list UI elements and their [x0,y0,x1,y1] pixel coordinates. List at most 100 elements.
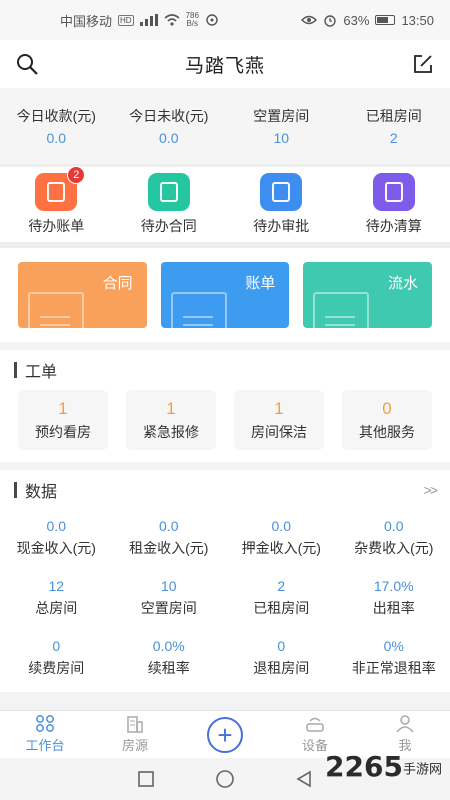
data-label: 杂费收入(元) [354,540,434,556]
data-value: 0.0 [271,518,291,534]
workorder-list: 1 预约看房 1 紧急报修 1 房间保洁 0 其他服务 [0,390,450,462]
workorder-count: 1 [58,398,68,418]
data-value: 2 [277,578,286,594]
data-value: 0% [383,638,404,654]
todo-contracts[interactable]: 待办合同 [113,173,226,236]
todo-settlements[interactable]: 待办清算 [338,173,450,236]
section-title: 工单 [25,364,58,381]
data-label: 续租率 [147,660,190,676]
grid-icon [36,715,54,732]
contract-icon [147,173,190,211]
tab-label: 工作台 [25,738,65,753]
net-speed: 786 B/s [186,12,199,28]
section-header: 工单 [0,350,450,390]
tab-workbench[interactable]: 工作台 [0,711,90,758]
bill-card[interactable]: 账单 [160,262,290,328]
signal-icon [139,14,158,26]
building-icon [127,716,143,733]
alarm-icon [324,15,337,27]
tab-listings[interactable]: 房源 [90,711,180,758]
wifi-icon [164,14,180,26]
data-item: 2 已租房间 [225,578,338,618]
stat-today-received[interactable]: 今日收款(元) 0.0 [0,106,113,146]
back-icon[interactable] [295,770,313,788]
data-value: 12 [48,578,65,594]
stat-value: 10 [273,130,290,146]
status-right: 63% 13:50 [301,13,434,28]
todo-label: 待办账单 [28,218,85,234]
section-header: 数据 >> [0,470,450,510]
recent-apps-icon[interactable] [137,770,155,788]
data-value: 0.0 [384,518,404,534]
data-item: 10 空置房间 [113,578,226,618]
card-label: 账单 [245,275,276,292]
todo-shortcuts: 2 待办账单 待办合同 待办审批 待办清算 [0,164,450,242]
stat-value: 0.0 [46,130,66,146]
watermark-sub: 手游网 [402,762,442,778]
workorder-count: 0 [382,398,392,418]
data-label: 总房间 [35,600,78,616]
watermark-logo: 2265手游网 [325,750,442,783]
tab-label: 房源 [121,738,148,753]
workorder-repair[interactable]: 1 紧急报修 [126,390,216,450]
data-label: 出租率 [372,600,415,616]
data-section: 数据 >> 0.0 现金收入(元) 0.0 租金收入(元) 0.0 押金收入(元) 0… [0,462,450,692]
data-label: 续费房间 [28,660,85,676]
document-icon [28,292,84,328]
data-value: 17.0% [373,578,414,594]
data-item: 0.0 杂费收入(元) [338,518,450,558]
hotspot-icon [206,14,218,26]
card-label: 流水 [388,275,419,292]
data-grid: 0.0 现金收入(元) 0.0 租金收入(元) 0.0 押金收入(元) 0.0 杂费收入… [0,510,450,692]
stat-label: 今日收款(元) [16,108,96,124]
carrier-label: 中国移动 [60,13,113,29]
stat-rented-rooms[interactable]: 已租房间 2 [338,106,450,146]
edit-button[interactable] [410,51,436,77]
home-icon[interactable] [215,769,235,789]
search-button[interactable] [14,51,40,77]
receipt-icon [170,292,227,328]
workorder-viewing[interactable]: 1 预约看房 [18,390,108,450]
data-item: 0.0 押金收入(元) [225,518,338,558]
workorder-other[interactable]: 0 其他服务 [342,390,432,450]
clock: 13:50 [401,12,434,28]
data-item: 0 退租房间 [225,638,338,678]
workorder-label: 紧急报修 [143,423,199,440]
contract-card[interactable]: 合同 [18,262,147,328]
plus-icon: + [207,716,243,753]
app-header: 马踏飞燕 [0,40,450,88]
approval-stamp-icon [260,173,303,211]
tab-add[interactable]: + [180,711,270,758]
data-value: 0.0% [152,638,185,654]
stat-today-unreceived[interactable]: 今日未收(元) 0.0 [113,106,226,146]
stat-value: 2 [389,130,398,146]
workorder-cleaning[interactable]: 1 房间保洁 [234,390,324,450]
data-item: 0.0 租金收入(元) [113,518,226,558]
eye-icon [301,15,318,25]
data-item: 0.0% 续租率 [113,638,226,678]
todo-label: 待办审批 [253,218,310,234]
data-label: 退租房间 [253,660,310,676]
todo-label: 待办清算 [365,218,422,234]
edit-icon [414,55,432,73]
data-item: 12 总房间 [0,578,113,618]
battery-percent: 63% [343,12,370,28]
feature-cards: 合同 账单 流水 [0,242,450,342]
data-label: 已租房间 [253,600,310,616]
stat-label: 已租房间 [365,108,422,124]
todo-bills[interactable]: 2 待办账单 [0,166,113,236]
data-item: 0 续费房间 [0,638,113,678]
data-value: 0.0 [159,518,179,534]
todo-approvals[interactable]: 待办审批 [225,173,338,236]
stat-label: 空置房间 [253,108,310,124]
stat-vacant-rooms[interactable]: 空置房间 10 [225,106,338,146]
cashflow-card[interactable]: 流水 [303,262,433,328]
bill-icon: 2 [35,166,86,211]
more-button[interactable]: >> [424,482,438,498]
workorder-count: 1 [166,398,176,418]
todo-label: 待办合同 [140,218,197,234]
bill-badge: 2 [67,166,86,184]
section-title: 数据 [25,484,58,501]
watermark-text: 2265 [325,750,403,783]
data-item: 0% 非正常退租率 [338,638,450,678]
